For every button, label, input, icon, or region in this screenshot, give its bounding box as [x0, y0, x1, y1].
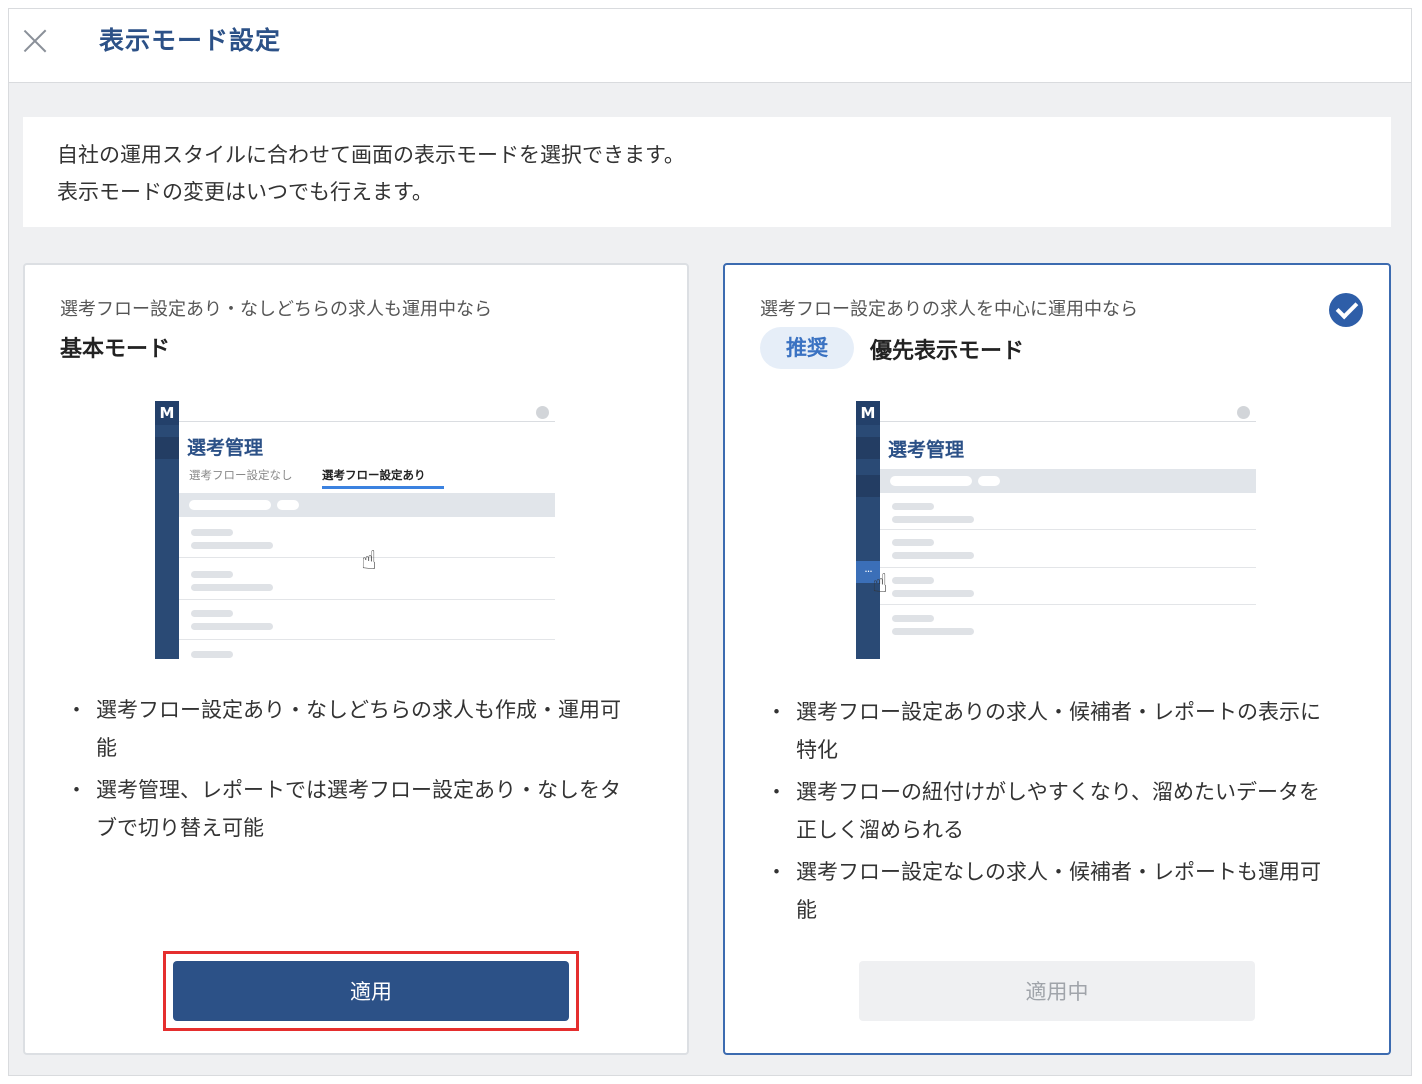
card-subtitle: 選考フロー設定あり・なしどちらの求人も運用中なら	[60, 299, 492, 320]
close-icon[interactable]	[21, 27, 49, 55]
card-subtitle: 選考フロー設定ありの求人を中心に運用中なら	[760, 299, 1138, 320]
illus-divider	[179, 421, 555, 422]
check-circle-icon	[1329, 293, 1363, 327]
modal-title: 表示モード設定	[99, 26, 282, 55]
illus-page-title: 選考管理	[187, 437, 264, 459]
illus-divider	[880, 421, 1256, 422]
logo: M	[856, 401, 880, 425]
illus-filter-band	[880, 469, 1256, 493]
display-mode-modal: 表示モード設定 自社の運用スタイルに合わせて画面の表示モードを選択できます。 表…	[8, 8, 1412, 1076]
description-line: 自社の運用スタイルに合わせて画面の表示モードを選択できます。	[57, 143, 685, 167]
hand-pointer-icon: ☝	[872, 569, 888, 599]
basic-mode-illustration: M 選考管理 選考フロー設定なし 選考フロー設定あり ☝	[155, 401, 555, 659]
recommended-badge: 推奨	[760, 327, 854, 369]
priority-mode-card[interactable]: 選考フロー設定ありの求人を中心に運用中なら 推奨 優先表示モード M 選考管理 …	[723, 263, 1391, 1055]
hand-pointer-icon: ☝	[361, 546, 377, 576]
apply-button[interactable]: 適用	[173, 961, 569, 1021]
description-line: 表示モードの変更はいつでも行えます。	[57, 180, 433, 204]
illus-sidebar-highlight	[856, 437, 880, 459]
illus-sidebar-highlight	[155, 437, 179, 459]
basic-mode-card[interactable]: 選考フロー設定あり・なしどちらの求人も運用中なら 基本モード M 選考管理 選考…	[23, 263, 689, 1055]
logo: M	[155, 401, 179, 425]
list-item: 選考管理、レポートでは選考フロー設定あり・なしをタブで切り替え可能	[66, 771, 640, 847]
illus-tab-underline	[322, 486, 444, 489]
avatar	[1237, 406, 1250, 419]
illus-page-title: 選考管理	[888, 439, 965, 461]
list-item: 選考フローの紐付けがしやすくなり、溜めたいデータを正しく溜められる	[766, 773, 1340, 849]
mode-name: 優先表示モード	[870, 339, 1025, 364]
illus-tab-on: 選考フロー設定あり	[322, 468, 426, 482]
priority-mode-features: 選考フロー設定ありの求人・候補者・レポートの表示に特化 選考フローの紐付けがしや…	[766, 693, 1340, 933]
list-item: 選考フロー設定なしの求人・候補者・レポートも運用可能	[766, 853, 1340, 929]
modal-header: 表示モード設定	[9, 9, 1411, 83]
avatar	[536, 406, 549, 419]
basic-mode-features: 選考フロー設定あり・なしどちらの求人も作成・運用可能 選考管理、レポートでは選考…	[66, 691, 640, 851]
list-item: 選考フロー設定あり・なしどちらの求人も作成・運用可能	[66, 691, 640, 767]
priority-mode-illustration: M 選考管理 ... ☝	[856, 401, 1256, 659]
illus-filter-band	[179, 493, 555, 517]
mode-name: 基本モード	[60, 337, 171, 362]
applied-button: 適用中	[859, 961, 1255, 1021]
modal-description: 自社の運用スタイルに合わせて画面の表示モードを選択できます。 表示モードの変更は…	[23, 117, 1391, 227]
illus-tab-off: 選考フロー設定なし	[189, 468, 293, 482]
list-item: 選考フロー設定ありの求人・候補者・レポートの表示に特化	[766, 693, 1340, 769]
illus-sidebar-highlight	[856, 475, 880, 497]
